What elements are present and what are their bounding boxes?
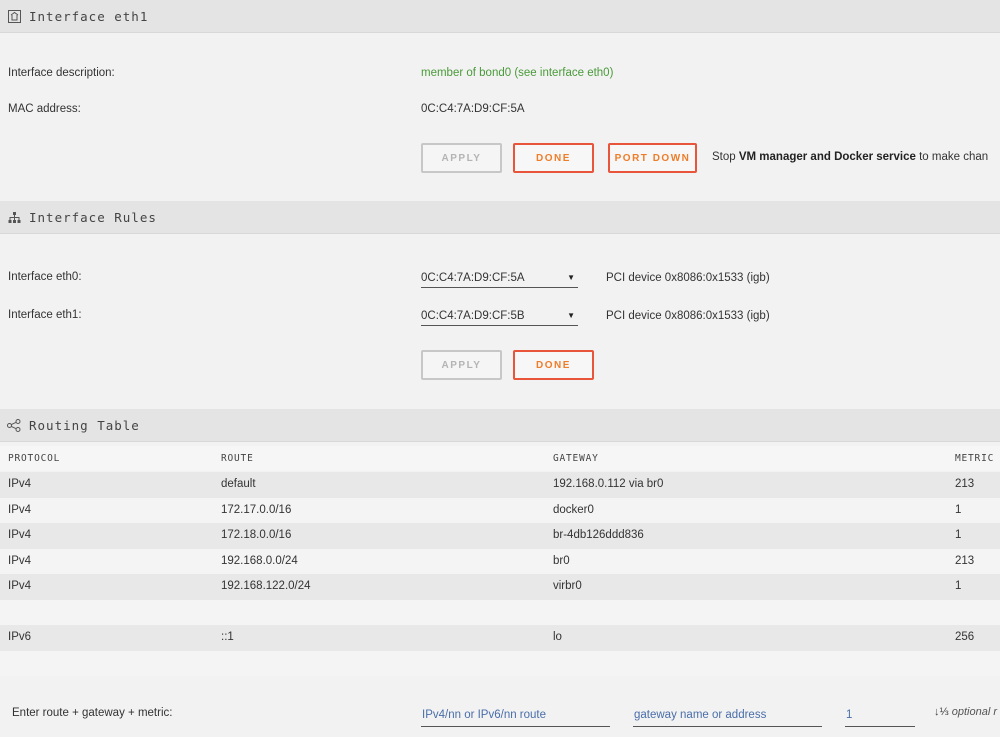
interface-eth1-header: Interface eth1 bbox=[0, 0, 1000, 33]
share-nodes-icon bbox=[7, 418, 21, 432]
interface-description-label: Interface description: bbox=[8, 67, 115, 79]
optional-text: optional r bbox=[951, 706, 998, 718]
cell-metric: 1 bbox=[955, 580, 962, 592]
table-row: IPv4 172.18.0.0/16 br-4db126ddd836 1 bbox=[0, 523, 1000, 549]
metric-sort-hint: ↓⅓ optional r bbox=[934, 706, 997, 718]
select-value: 0C:C4:7A:D9:CF:5A bbox=[421, 271, 525, 284]
select-value: 0C:C4:7A:D9:CF:5B bbox=[421, 309, 525, 322]
cell-protocol: IPv4 bbox=[8, 503, 32, 516]
enter-route-label: Enter route + gateway + metric: bbox=[12, 707, 173, 719]
routing-table-header: Routing Table bbox=[0, 409, 1000, 442]
cell-metric: 256 bbox=[955, 631, 975, 643]
cell-route: ::1 bbox=[221, 631, 234, 643]
routing-table-head bbox=[0, 446, 1000, 471]
cell-metric: 1 bbox=[955, 529, 962, 541]
section-title: Interface eth1 bbox=[29, 8, 149, 24]
cell-gateway: br-4db126ddd836 bbox=[553, 529, 644, 541]
rules-done-button[interactable]: DONE bbox=[513, 350, 594, 380]
cell-route: 192.168.0.0/24 bbox=[221, 554, 298, 567]
vm-docker-note: Stop VM manager and Docker service to ma… bbox=[712, 151, 988, 163]
table-row-empty bbox=[0, 599, 1000, 625]
rules-apply-button[interactable]: APPLY bbox=[421, 350, 502, 380]
cell-route: 172.17.0.0/16 bbox=[221, 503, 292, 516]
sort-icon: ↓⅓ bbox=[934, 706, 949, 718]
interface-eth0-mac-select[interactable]: 0C:C4:7A:D9:CF:5A ▼ bbox=[421, 268, 578, 288]
column-header-metric: METRIC bbox=[955, 453, 995, 464]
cell-route: default bbox=[221, 478, 256, 490]
cell-gateway: lo bbox=[553, 631, 562, 643]
metric-input[interactable]: 1 bbox=[845, 703, 915, 727]
note-bold: VM manager and Docker service bbox=[738, 151, 916, 163]
table-row: IPv4 172.17.0.0/16 docker0 1 bbox=[0, 497, 1000, 523]
route-input[interactable]: IPv4/nn or IPv6/nn route bbox=[421, 703, 610, 727]
table-row: IPv4 default 192.168.0.112 via br0 213 bbox=[0, 472, 1000, 498]
interface-description-value: member of bond0 (see interface eth0) bbox=[421, 67, 614, 79]
column-header-protocol: PROTOCOL bbox=[8, 453, 61, 464]
cell-gateway: virbr0 bbox=[553, 580, 582, 592]
table-row: IPv6 ::1 lo 256 bbox=[0, 625, 1000, 651]
cell-gateway: 192.168.0.112 via br0 bbox=[553, 478, 664, 490]
cell-protocol: IPv4 bbox=[8, 554, 32, 567]
column-header-route: ROUTE bbox=[221, 453, 254, 464]
column-header-gateway: GATEWAY bbox=[553, 453, 599, 464]
cell-metric: 213 bbox=[955, 478, 975, 490]
chevron-down-icon: ▼ bbox=[567, 311, 575, 320]
cell-protocol: IPv4 bbox=[8, 478, 32, 490]
sitemap-icon bbox=[7, 210, 21, 224]
table-row: IPv4 192.168.0.0/24 br0 213 bbox=[0, 548, 1000, 574]
note-suffix: to make chan bbox=[915, 151, 989, 163]
pci-device-text: PCI device 0x8086:0x1533 (igb) bbox=[606, 272, 770, 284]
interface-eth0-label: Interface eth0: bbox=[8, 271, 82, 283]
cell-gateway: docker0 bbox=[553, 503, 594, 516]
cell-route: 192.168.122.0/24 bbox=[221, 580, 311, 592]
interface-eth1-label: Interface eth1: bbox=[8, 309, 82, 321]
cell-metric: 1 bbox=[955, 503, 962, 516]
cell-metric: 213 bbox=[955, 554, 975, 567]
cell-protocol: IPv4 bbox=[8, 529, 32, 541]
section-title: Interface Rules bbox=[29, 209, 157, 225]
table-row-empty bbox=[0, 650, 1000, 676]
cell-protocol: IPv6 bbox=[8, 631, 32, 643]
interface-eth1-mac-select[interactable]: 0C:C4:7A:D9:CF:5B ▼ bbox=[421, 306, 578, 326]
cell-protocol: IPv4 bbox=[8, 580, 32, 592]
interface-rules-header: Interface Rules bbox=[0, 201, 1000, 234]
network-card-icon bbox=[7, 9, 21, 23]
chevron-down-icon: ▼ bbox=[567, 273, 575, 282]
cell-gateway: br0 bbox=[553, 554, 570, 567]
section-title: Routing Table bbox=[29, 417, 140, 433]
gateway-input[interactable]: gateway name or address bbox=[633, 703, 822, 727]
note-prefix: Stop bbox=[712, 151, 739, 163]
apply-button[interactable]: APPLY bbox=[421, 143, 502, 173]
done-button[interactable]: DONE bbox=[513, 143, 594, 173]
pci-device-text: PCI device 0x8086:0x1533 (igb) bbox=[606, 310, 770, 322]
cell-route: 172.18.0.0/16 bbox=[221, 529, 292, 541]
mac-address-label: MAC address: bbox=[8, 103, 81, 115]
table-row: IPv4 192.168.122.0/24 virbr0 1 bbox=[0, 574, 1000, 600]
port-down-button[interactable]: PORT DOWN bbox=[608, 143, 697, 173]
mac-address-value: 0C:C4:7A:D9:CF:5A bbox=[421, 103, 525, 115]
